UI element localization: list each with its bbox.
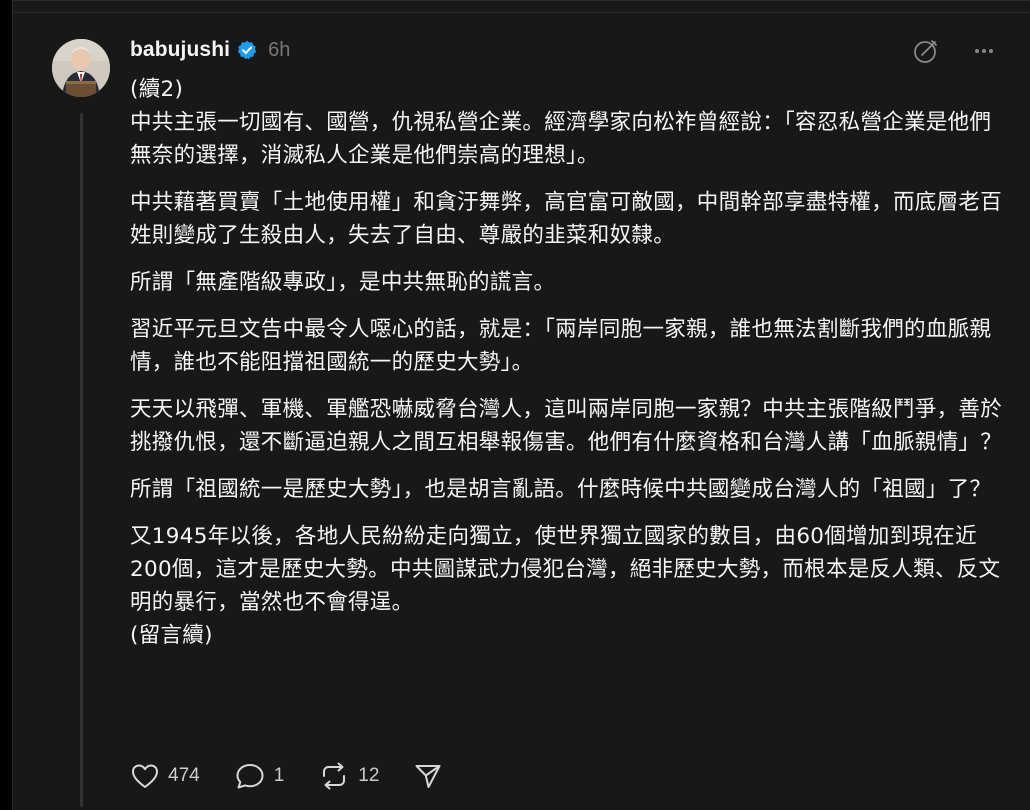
reply-button[interactable]: 1 (234, 761, 285, 791)
post-card: babujushi 6h (續2) 中共主張一切國有、國營，仇視私營企業。經濟學… (12, 0, 1030, 810)
reply-count: 1 (273, 765, 285, 786)
edit-icon[interactable] (912, 37, 940, 65)
post-paragraph: (續2) 中共主張一切國有、國營，仇視私營企業。經濟學家向松祚曾經說：「容忍私營… (130, 77, 992, 168)
post-header: babujushi 6h (130, 35, 290, 65)
post-paragraph: 中共藉著買賣「土地使用權」和貪汙舞弊，高官富可敵國，中間幹部享盡特權，而底層老百… (130, 190, 1003, 248)
repost-icon (318, 760, 350, 792)
thread-line (80, 113, 83, 807)
more-icon[interactable] (970, 37, 998, 65)
post-paragraph: 又1945年以後，各地人民紛紛走向獨立，使世界獨立國家的數目，由60個增加到現在… (130, 524, 1001, 648)
verified-badge-icon (237, 40, 257, 60)
comment-icon (234, 761, 266, 791)
top-divider (13, 12, 1030, 13)
post-paragraph: 所謂「無產階級專政」，是中共無恥的謊言。 (130, 270, 556, 295)
post-paragraph: 天天以飛彈、軍機、軍艦恐嚇威脅台灣人，這叫兩岸同胞一家親？中共主張階級鬥爭，善於… (130, 397, 1003, 455)
action-bar: 474 1 12 (130, 759, 477, 793)
repost-button[interactable]: 12 (318, 760, 379, 792)
avatar[interactable] (52, 39, 110, 97)
timestamp: 6h (268, 38, 291, 61)
username[interactable]: babujushi (130, 38, 230, 62)
post-body: (續2) 中共主張一切國有、國營，仇視私營企業。經濟學家向松祚曾經說：「容忍私營… (130, 73, 1010, 652)
share-button[interactable] (413, 761, 443, 791)
share-icon (413, 761, 443, 791)
post-paragraph: 所謂「祖國統一是歷史大勢」，也是胡言亂語。什麼時候中共國變成台灣人的「祖國」了？ (130, 477, 992, 502)
repost-count: 12 (358, 765, 380, 786)
like-button[interactable]: 474 (130, 761, 200, 791)
post-paragraph: 習近平元旦文告中最令人噁心的話，就是：「兩岸同胞一家親，誰也無法割斷我們的血脈親… (130, 317, 992, 375)
like-count: 474 (168, 765, 200, 786)
heart-icon (130, 761, 160, 791)
